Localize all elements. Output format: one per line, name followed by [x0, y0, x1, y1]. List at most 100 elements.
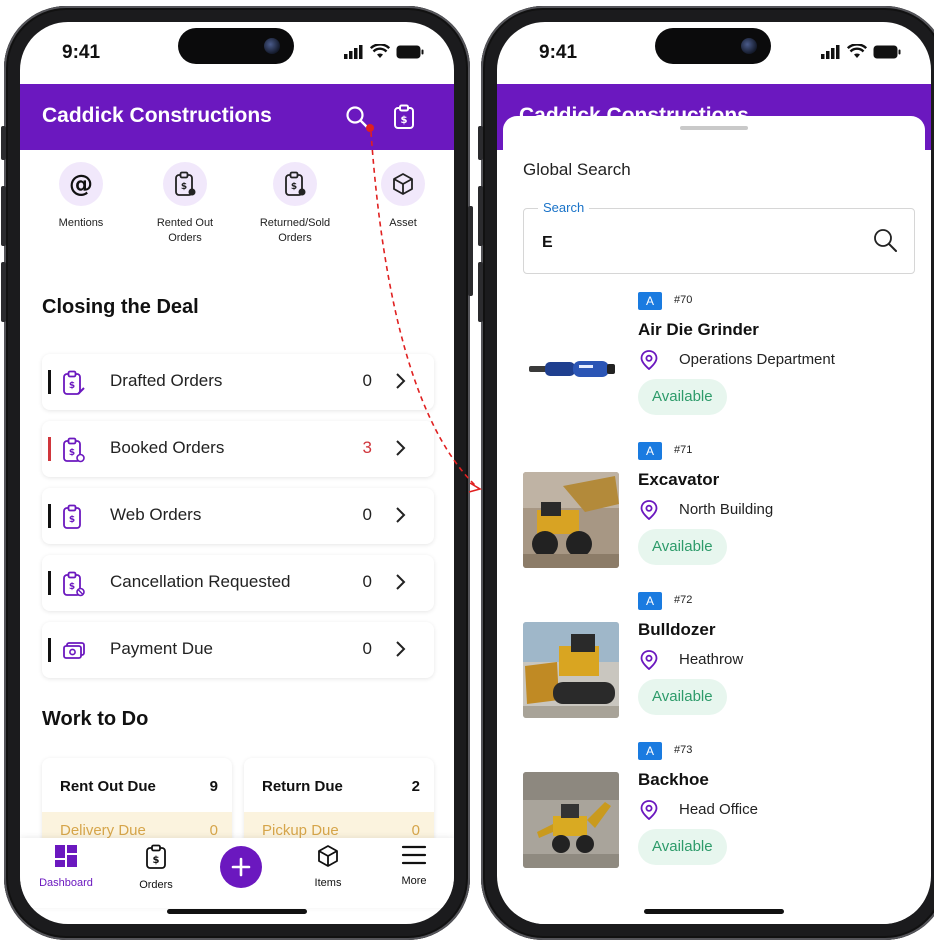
status-badge: Available — [638, 379, 727, 415]
dashboard-screen: 9:41 Caddick Constructions $ @ Mentions … — [20, 22, 454, 924]
svg-text:$: $ — [69, 381, 75, 391]
quick-action-mentions[interactable]: @ Mentions — [36, 162, 126, 231]
backhoe-image — [523, 772, 619, 868]
asset-location: Head Office — [679, 801, 758, 818]
status-time: 9:41 — [62, 42, 101, 63]
search-icon[interactable] — [344, 104, 370, 130]
search-field[interactable]: Search E — [523, 200, 915, 274]
quick-action-asset[interactable]: Asset — [358, 162, 448, 231]
row-indicator — [48, 370, 51, 394]
order-row-web[interactable]: $ Web Orders 0 — [42, 488, 434, 544]
quick-action-rented-out-orders[interactable]: $ Rented Out Orders — [140, 162, 230, 246]
asset-number: #73 — [674, 744, 693, 756]
order-row-label: Drafted Orders — [110, 371, 223, 390]
mute-switch — [478, 126, 483, 160]
search-icon[interactable] — [872, 227, 898, 253]
order-row-count: 0 — [362, 371, 372, 390]
wifi-icon — [370, 44, 390, 58]
nav-label: Dashboard — [39, 877, 93, 889]
chevron-right-icon — [396, 641, 406, 657]
order-row-count: 3 — [362, 438, 372, 457]
app-title: Caddick Constructions — [42, 104, 272, 127]
home-indicator — [644, 909, 784, 914]
search-result-item[interactable]: A #70 Air Die Grinder Operations Departm… — [523, 292, 913, 442]
clipboard-dollar-icon: $ — [63, 437, 85, 463]
order-row-cancellation[interactable]: $ Cancellation Requested 0 — [42, 555, 434, 611]
nav-more[interactable]: More — [374, 844, 454, 887]
asset-type-badge: A — [638, 292, 662, 310]
excavator-image — [523, 472, 619, 568]
grinder-image — [523, 322, 619, 418]
asset-location: North Building — [679, 501, 774, 518]
card-title: Rent Out Due — [60, 778, 156, 795]
asset-name: Air Die Grinder — [638, 320, 759, 339]
svg-text:$: $ — [401, 115, 408, 126]
nav-items[interactable]: Items — [288, 844, 368, 889]
order-row-label: Web Orders — [110, 505, 202, 524]
search-result-item[interactable]: A #71 Excavator North Building Available — [523, 442, 913, 592]
status-badge: Available — [638, 679, 727, 715]
location-pin-icon — [640, 800, 658, 820]
order-row-drafted[interactable]: $ Drafted Orders 0 — [42, 354, 434, 410]
nav-label: More — [401, 875, 427, 887]
dynamic-island — [655, 28, 771, 64]
nav-label: Orders — [139, 879, 173, 891]
chevron-right-icon — [396, 574, 406, 590]
camera-icon — [741, 38, 757, 54]
chevron-right-icon — [396, 507, 406, 523]
menu-icon — [401, 845, 427, 865]
section-title-closing: Closing the Deal — [42, 296, 199, 318]
search-screen: 9:41 Caddick Constructions Global Search… — [497, 22, 931, 924]
status-icons — [344, 44, 424, 59]
quick-action-label: Returned/Sold Orders — [259, 217, 331, 244]
nav-dashboard[interactable]: Dashboard — [26, 844, 106, 889]
status-badge: Available — [638, 829, 727, 865]
volume-up-button — [478, 186, 483, 246]
search-result-item[interactable]: A #73 Backhoe Head Office Available — [523, 742, 913, 892]
cube-icon — [318, 845, 338, 867]
svg-text:$: $ — [291, 182, 297, 192]
search-input[interactable]: E — [542, 234, 553, 252]
card-sub-label: Delivery Due — [60, 822, 146, 839]
volume-up-button — [1, 186, 6, 246]
card-sub-value: 0 — [411, 822, 420, 839]
chevron-right-icon — [396, 373, 406, 389]
svg-text:$: $ — [153, 855, 160, 866]
battery-icon — [873, 45, 901, 58]
quick-action-returned-sold-orders[interactable]: $ Returned/Sold Orders — [250, 162, 340, 246]
signal-icon — [344, 44, 363, 59]
order-row-booked[interactable]: $ Booked Orders 3 — [42, 421, 434, 477]
clipboard-dollar-icon: $ — [63, 504, 81, 529]
card-title: Return Due — [262, 778, 343, 795]
order-row-count: 0 — [362, 572, 372, 591]
add-button[interactable] — [220, 846, 262, 888]
asset-name: Backhoe — [638, 770, 709, 789]
battery-icon — [396, 45, 424, 58]
status-badge: Available — [638, 529, 727, 565]
mute-switch — [1, 126, 6, 160]
section-title-work: Work to Do — [42, 708, 149, 730]
cash-icon — [63, 642, 85, 659]
bottom-nav: Dashboard $ Orders Items More — [20, 838, 454, 908]
order-row-payment-due[interactable]: Payment Due 0 — [42, 622, 434, 678]
clipboard-dollar-icon: $ — [146, 844, 166, 869]
sheet-grabber[interactable] — [680, 126, 748, 130]
clipboard-dollar-icon: $ — [273, 162, 317, 206]
quick-action-label: Mentions — [58, 217, 104, 229]
row-indicator — [48, 638, 51, 662]
status-icons — [821, 44, 901, 59]
search-result-item[interactable]: A #72 Bulldozer Heathrow Available — [523, 592, 913, 742]
nav-orders[interactable]: $ Orders — [116, 844, 196, 891]
sheet-title: Global Search — [523, 160, 631, 179]
order-row-label: Booked Orders — [110, 438, 225, 457]
quick-action-label: Asset — [389, 217, 417, 229]
wifi-icon — [847, 44, 867, 58]
card-value: 9 — [209, 778, 218, 795]
clipboard-dollar-icon[interactable]: $ — [393, 104, 415, 130]
status-time: 9:41 — [539, 42, 578, 63]
asset-name: Excavator — [638, 470, 720, 489]
svg-text:$: $ — [181, 182, 187, 192]
bulldozer-image — [523, 622, 619, 718]
card-sub-value: 0 — [209, 822, 218, 839]
row-indicator — [48, 437, 51, 461]
